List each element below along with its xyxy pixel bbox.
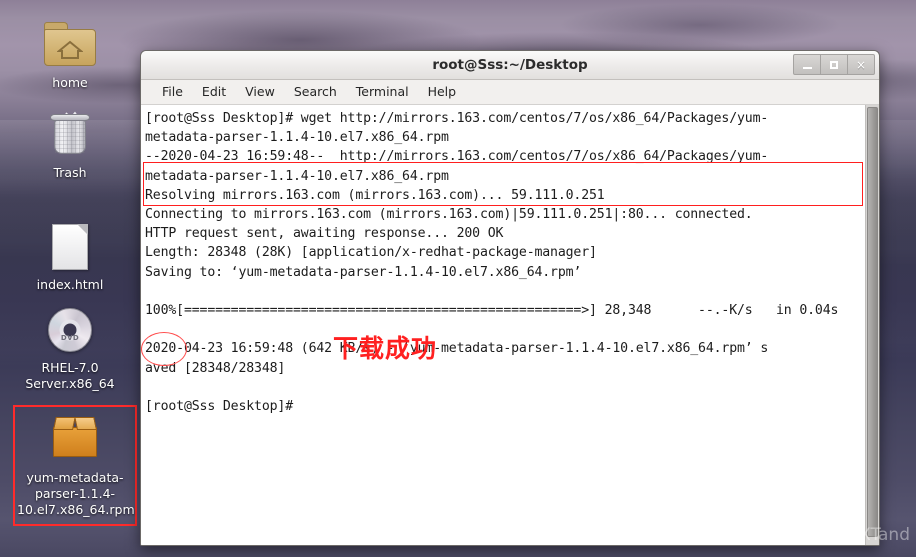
folder-home-icon [8, 20, 132, 70]
html-document-icon [8, 222, 132, 272]
terminal-screen[interactable]: [root@Sss Desktop]# wget http://mirrors.… [141, 105, 865, 545]
menu-bar: File Edit View Search Terminal Help [141, 80, 879, 104]
trash-icon [8, 110, 132, 160]
desktop-icon-home[interactable]: home [8, 20, 132, 91]
desktop-icon-rhel-dvd[interactable]: DVD RHEL-7.0 Server.x86_64 [8, 305, 132, 392]
menu-item-view[interactable]: View [236, 82, 285, 101]
desktop-icon-label: home [52, 75, 88, 90]
menu-item-terminal[interactable]: Terminal [347, 82, 419, 101]
maximize-button[interactable] [820, 54, 848, 75]
square-icon [830, 60, 838, 69]
menu-item-help[interactable]: Help [419, 82, 467, 101]
terminal-content-area[interactable]: [root@Sss Desktop]# wget http://mirrors.… [141, 104, 879, 545]
desktop: home Trash index.html DVD RHEL-7.0 Serve… [0, 0, 916, 557]
window-titlebar[interactable]: root@Sss:~/Desktop × [141, 51, 879, 80]
dvd-disc-icon: DVD [8, 305, 132, 355]
desktop-icon-label: yum-metadata-parser-1.1.4-10.el7.x86_64.… [17, 470, 135, 517]
house-glyph [57, 40, 83, 59]
minus-icon [802, 66, 812, 69]
close-button[interactable]: × [847, 54, 875, 75]
menu-item-edit[interactable]: Edit [193, 82, 236, 101]
menu-item-file[interactable]: File [153, 82, 193, 101]
window-title: root@Sss:~/Desktop [432, 57, 588, 73]
desktop-icon-index-html[interactable]: index.html [8, 222, 132, 293]
desktop-icon-label: Trash [53, 165, 87, 180]
terminal-output-text: [root@Sss Desktop]# wget http://mirrors.… [145, 111, 839, 415]
terminal-scrollbar[interactable] [865, 105, 879, 545]
package-box-icon [15, 415, 135, 465]
scrollbar-thumb[interactable] [867, 107, 878, 537]
desktop-icon-rpm-package[interactable]: yum-metadata-parser-1.1.4-10.el7.x86_64.… [13, 405, 137, 526]
menu-item-search[interactable]: Search [285, 82, 347, 101]
desktop-icon-label: index.html [36, 277, 104, 292]
terminal-window[interactable]: root@Sss:~/Desktop × File Edit View Sear… [140, 50, 880, 546]
dvd-label-text: DVD [60, 334, 80, 342]
desktop-icon-trash[interactable]: Trash [8, 110, 132, 181]
window-controls: × [793, 54, 875, 75]
minimize-button[interactable] [793, 54, 821, 75]
desktop-icon-label: RHEL-7.0 Server.x86_64 [25, 360, 115, 391]
